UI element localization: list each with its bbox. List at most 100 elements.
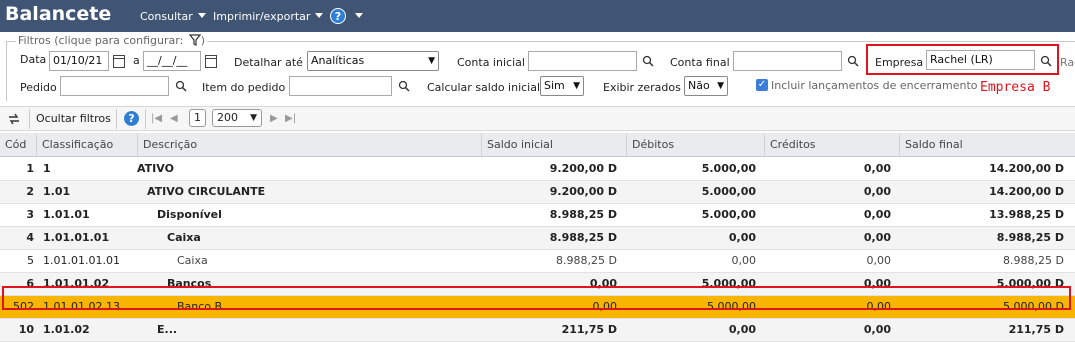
page-size-value: 200	[217, 111, 238, 124]
table-row[interactable]: 1 1 ATIVO 9.200,00 D 5.000,00 0,00 14.200,00 D	[0, 158, 1075, 181]
table-row[interactable]: 2 1.01 ATIVO CIRCULANTE 9.200,00 D 5.000,00 0…	[0, 181, 1075, 204]
data-from-input[interactable]: 01/10/21	[49, 51, 109, 71]
cell-creditos: 0,00	[863, 323, 891, 336]
search-icon[interactable]	[175, 80, 187, 92]
item-pedido-input[interactable]	[289, 76, 392, 96]
filters-legend[interactable]: Filtros (clique para configurar: )	[16, 34, 208, 47]
menu-consultar[interactable]: Consultar	[140, 10, 206, 23]
calendar-icon[interactable]	[205, 55, 217, 68]
chevron-down-icon: ▼	[428, 56, 435, 66]
col-classificacao[interactable]: Classificação	[36, 133, 137, 157]
incluir-encerramento-checkbox[interactable]: ✓	[756, 79, 768, 91]
menu-imprimir-exportar[interactable]: Imprimir/exportar	[213, 10, 324, 23]
calendar-icon[interactable]	[113, 55, 125, 68]
table-row[interactable]: 5 1.01.01.01.01 Caixa 8.988,25 D 0,00 0,00 8.9…	[0, 250, 1075, 273]
exibir-zerados-value: Não	[688, 79, 710, 92]
help-icon[interactable]: ?	[123, 110, 140, 127]
cell-debitos: 5.000,00	[701, 162, 756, 175]
col-debitos[interactable]: Débitos	[626, 133, 764, 157]
col-descricao[interactable]: Descrição	[137, 133, 481, 157]
detalhar-select[interactable]: Analíticas ▼	[307, 51, 439, 71]
cell-saldo-final: 14.200,00 D	[989, 162, 1064, 175]
app-title: Balancete	[5, 3, 112, 25]
cell-classificacao: 1	[43, 162, 51, 175]
page-number-input[interactable]: 1	[189, 109, 206, 127]
toolbar-divider	[145, 109, 146, 129]
data-label: Data	[20, 53, 47, 66]
search-icon[interactable]	[642, 55, 654, 67]
cell-creditos: 0,00	[863, 208, 891, 221]
col-saldo-inicial[interactable]: Saldo inicial	[481, 133, 626, 157]
help-icon[interactable]: ?	[330, 8, 346, 24]
chevron-down-icon: ▼	[717, 81, 724, 91]
table-row[interactable]: 3 1.01.01 Disponível 8.988,25 D 5.000,00 0,00…	[0, 204, 1075, 227]
hide-filters-button[interactable]: Ocultar filtros	[36, 112, 111, 125]
cell-classificacao: 1.01.01.01.01	[43, 254, 120, 267]
detalhar-value: Analíticas	[311, 54, 365, 67]
cell-saldo-inicial: 8.988,25 D	[549, 208, 617, 221]
cell-saldo-final: 14.200,00 D	[989, 185, 1064, 198]
saldo-inicial-value: Sim	[544, 79, 565, 92]
search-icon[interactable]	[1040, 55, 1052, 67]
exibir-zerados-label: Exibir zerados	[603, 81, 681, 94]
next-page-icon[interactable]: ▶	[270, 113, 278, 124]
cell-classificacao: 1.01	[43, 185, 71, 198]
cell-classificacao: 1.01.01.01	[43, 231, 110, 244]
item-pedido-label: Item do pedido	[202, 81, 286, 94]
prev-page-icon[interactable]: ◀	[170, 113, 178, 124]
empresa-annotation: Empresa B	[980, 80, 1051, 95]
cell-saldo-inicial: 211,75 D	[561, 323, 617, 336]
menu-imprimir-label: Imprimir/exportar	[213, 10, 311, 23]
table-row[interactable]: 10 1.01.02 E... 211,75 D 0,00 0,00 211,75 D	[0, 319, 1075, 342]
detalhar-label: Detalhar até	[234, 56, 303, 69]
table-toolbar: Ocultar filtros ? |◀ ◀ 1 200 ▼ ▶ ▶|	[0, 106, 1075, 131]
search-icon[interactable]	[847, 55, 859, 67]
table-row[interactable]: 4 1.01.01.01 Caixa 8.988,25 D 0,00 0,00 8.988,…	[0, 227, 1075, 250]
data-to-input[interactable]: __/__/__	[143, 51, 201, 71]
filters-legend-label: Filtros (clique para configurar:	[18, 34, 184, 47]
cell-saldo-inicial: 9.200,00 D	[549, 162, 617, 175]
refresh-icon[interactable]	[7, 113, 21, 125]
toolbar-divider	[116, 109, 117, 129]
toolbar-divider	[29, 109, 30, 129]
cell-saldo-inicial: 9.200,00 D	[549, 185, 617, 198]
cell-classificacao: 1.01.01	[43, 208, 90, 221]
help-menu-toggle[interactable]	[350, 10, 363, 23]
empresa-input[interactable]: Rachel (LR)	[926, 50, 1035, 70]
cell-saldo-final: 211,75 D	[1008, 323, 1064, 336]
cell-descricao: ATIVO CIRCULANTE	[147, 185, 266, 198]
data-sep: a	[133, 54, 140, 67]
cell-classificacao: 1.01.02	[43, 323, 90, 336]
cell-cod: 4	[26, 231, 34, 244]
cell-creditos: 0,00	[863, 185, 891, 198]
exibir-zerados-select[interactable]: Não ▼	[684, 76, 728, 96]
conta-inicial-input[interactable]	[528, 51, 637, 71]
cell-debitos: 5.000,00	[701, 185, 756, 198]
search-icon[interactable]	[398, 80, 410, 92]
cell-saldo-final: 8.988,25 D	[996, 231, 1064, 244]
cell-descricao: Caixa	[177, 254, 208, 267]
conta-final-input[interactable]	[733, 51, 842, 71]
incluir-encerramento-label: Incluir lançamentos de encerramento	[771, 79, 978, 92]
col-creditos[interactable]: Créditos	[764, 133, 899, 157]
cell-debitos: 0,00	[728, 231, 756, 244]
col-cod[interactable]: Cód	[0, 133, 36, 157]
chevron-down-icon: ▼	[250, 113, 257, 123]
cell-cod: 5	[27, 254, 34, 267]
legend-close-paren: )	[200, 34, 206, 47]
col-saldo-final[interactable]: Saldo final	[899, 133, 1075, 157]
page-size-select[interactable]: 200 ▼	[212, 109, 262, 127]
cell-creditos: 0,00	[863, 162, 891, 175]
saldo-inicial-label: Calcular saldo inicial	[427, 81, 541, 94]
last-page-icon[interactable]: ▶|	[285, 113, 296, 124]
row-highlight-box	[2, 286, 1071, 310]
saldo-inicial-select[interactable]: Sim ▼	[540, 76, 584, 96]
table-header: Cód Classificação Descrição Saldo inicia…	[0, 133, 1075, 157]
chevron-down-icon: ▼	[573, 81, 580, 91]
cell-debitos: 5.000,00	[701, 208, 756, 221]
cell-cod: 3	[26, 208, 34, 221]
first-page-icon[interactable]: |◀	[151, 113, 162, 124]
pedido-input[interactable]	[60, 76, 169, 96]
chevron-down-icon	[355, 13, 363, 18]
cell-cod: 10	[18, 323, 34, 336]
